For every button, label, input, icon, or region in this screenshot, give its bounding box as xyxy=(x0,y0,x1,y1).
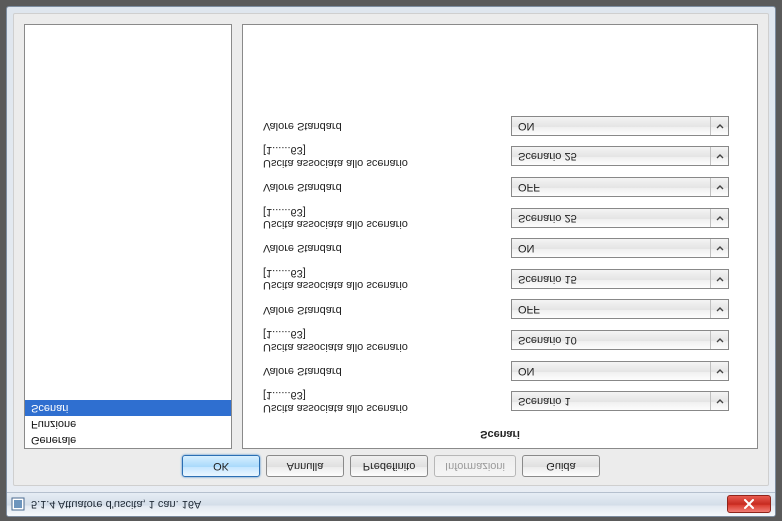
param-range: [1......63] xyxy=(263,389,501,402)
param-dropdown[interactable]: ON xyxy=(511,238,729,258)
chevron-down-icon xyxy=(710,239,728,257)
dialog-window: 5.1.4 Attuatore d'uscita, 1 can. 16A OK … xyxy=(6,6,776,517)
param-label: Uscita associata allo scenario[1......63… xyxy=(263,323,501,356)
param-dropdown[interactable]: ON xyxy=(511,116,729,136)
panel-title: Scenari xyxy=(243,418,757,448)
dialog-content: OK Annulla Predefinito Informazioni Guid… xyxy=(13,13,769,486)
param-dropdown[interactable]: Scenario 1 xyxy=(511,391,729,411)
param-row: Uscita associata allo scenario[1......63… xyxy=(263,140,729,173)
dropdown-value: Scenario 15 xyxy=(518,273,577,285)
param-label: Uscita associata allo scenario[1......63… xyxy=(263,385,501,418)
chevron-down-icon xyxy=(710,270,728,288)
param-dropdown[interactable]: Scenario 10 xyxy=(511,330,729,350)
category-list[interactable]: GeneraleFunzioneScenari xyxy=(24,24,232,449)
dropdown-value: Scenario 25 xyxy=(518,212,577,224)
parameter-list: Uscita associata allo scenario[1......63… xyxy=(243,25,757,418)
param-label: Uscita associata allo scenario[1......63… xyxy=(263,262,501,295)
dropdown-value: Scenario 10 xyxy=(518,334,577,346)
param-row: Uscita associata allo scenario[1......63… xyxy=(263,201,729,234)
window-title: 5.1.4 Attuatore d'uscita, 1 can. 16A xyxy=(31,499,721,511)
param-label: Uscita associata allo scenario[1......63… xyxy=(263,140,501,173)
param-label: Valore Standard xyxy=(263,238,501,259)
dropdown-value: OFF xyxy=(518,303,540,315)
param-dropdown[interactable]: Scenario 15 xyxy=(511,269,729,289)
param-label: Uscita associata allo scenario[1......63… xyxy=(263,201,501,234)
chevron-down-icon xyxy=(710,300,728,318)
sidebar-item-generale[interactable]: Generale xyxy=(25,432,231,448)
chevron-down-icon xyxy=(710,331,728,349)
parameter-panel: Scenari Uscita associata allo scenario[1… xyxy=(242,24,758,449)
param-dropdown[interactable]: ON xyxy=(511,361,729,381)
param-row: Valore Standard ON xyxy=(263,234,729,262)
sidebar-item-scenari[interactable]: Scenari xyxy=(25,400,231,416)
chevron-down-icon xyxy=(710,362,728,380)
dialog-body: GeneraleFunzioneScenari Scenari Uscita a… xyxy=(14,14,768,449)
chevron-down-icon xyxy=(710,147,728,165)
param-dropdown[interactable]: OFF xyxy=(511,177,729,197)
dropdown-value: Scenario 1 xyxy=(518,395,571,407)
param-row: Valore Standard OFF xyxy=(263,295,729,323)
param-dropdown[interactable]: Scenario 25 xyxy=(511,208,729,228)
sidebar-item-funzione[interactable]: Funzione xyxy=(25,416,231,432)
dialog-button-row: OK Annulla Predefinito Informazioni Guid… xyxy=(14,449,768,485)
param-row: Valore Standard OFF xyxy=(263,173,729,201)
dropdown-value: ON xyxy=(518,365,535,377)
chevron-down-icon xyxy=(710,209,728,227)
param-label: Valore Standard xyxy=(263,360,501,381)
param-range: [1......63] xyxy=(263,266,501,279)
dropdown-value: OFF xyxy=(518,181,540,193)
param-label: Valore Standard xyxy=(263,177,501,198)
param-range: [1......63] xyxy=(263,144,501,157)
param-label: Valore Standard xyxy=(263,299,501,320)
chevron-down-icon xyxy=(710,392,728,410)
help-button[interactable]: Guida xyxy=(522,455,600,477)
ok-button[interactable]: OK xyxy=(182,455,260,477)
param-row: Uscita associata allo scenario[1......63… xyxy=(263,262,729,295)
titlebar[interactable]: 5.1.4 Attuatore d'uscita, 1 can. 16A xyxy=(7,492,775,516)
chevron-down-icon xyxy=(710,178,728,196)
default-button[interactable]: Predefinito xyxy=(350,455,428,477)
param-row: Uscita associata allo scenario[1......63… xyxy=(263,323,729,356)
chevron-down-icon xyxy=(710,117,728,135)
dropdown-value: ON xyxy=(518,120,535,132)
param-label: Valore Standard xyxy=(263,115,501,136)
close-button[interactable] xyxy=(727,496,771,514)
param-range: [1......63] xyxy=(263,205,501,218)
app-icon xyxy=(11,498,25,512)
info-button: Informazioni xyxy=(434,455,516,477)
cancel-button[interactable]: Annulla xyxy=(266,455,344,477)
dropdown-value: ON xyxy=(518,242,535,254)
param-row: Valore Standard ON xyxy=(263,112,729,140)
param-dropdown[interactable]: OFF xyxy=(511,299,729,319)
param-row: Valore Standard ON xyxy=(263,357,729,385)
param-range: [1......63] xyxy=(263,327,501,340)
param-dropdown[interactable]: Scenario 25 xyxy=(511,146,729,166)
dropdown-value: Scenario 25 xyxy=(518,150,577,162)
param-row: Uscita associata allo scenario[1......63… xyxy=(263,385,729,418)
